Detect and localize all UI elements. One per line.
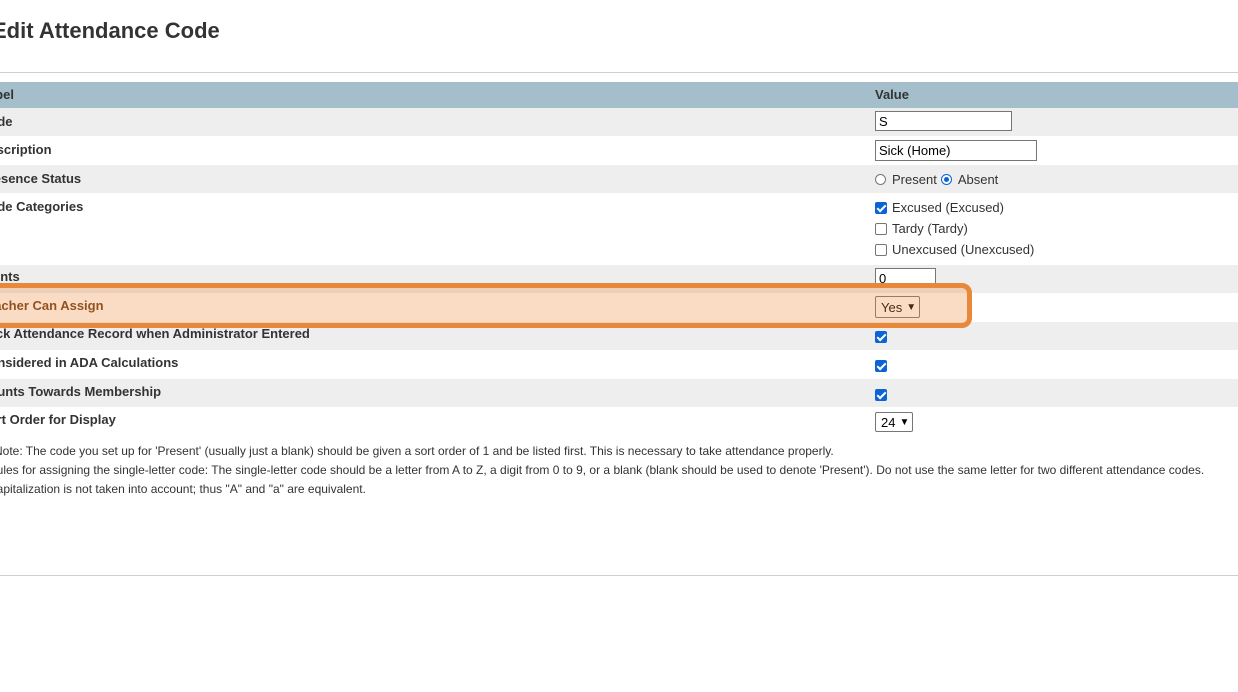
header-label: Label — [0, 87, 14, 102]
notes-block: Note: The code you set up for 'Present' … — [0, 442, 1204, 499]
note-line-2: Rules for assigning the single-letter co… — [0, 463, 1205, 477]
membership-label: Counts Towards Membership — [0, 384, 162, 399]
excused-label: Excused (Excused) — [892, 200, 1004, 215]
unexcused-checkbox[interactable] — [875, 243, 887, 256]
present-radio[interactable] — [875, 174, 886, 185]
teacher-can-assign-value: Yes — [881, 299, 903, 315]
ada-calc-label: Considered in ADA Calculations — [0, 355, 179, 370]
lock-record-checkbox[interactable] — [875, 330, 887, 343]
code-input[interactable] — [875, 111, 1012, 131]
sort-order-value: 24 — [881, 414, 896, 430]
sort-order-label: Sort Order for Display — [0, 412, 116, 427]
tardy-label: Tardy (Tardy) — [892, 221, 968, 236]
code-categories-list: Excused (Excused) Tardy (Tardy) Unexcuse… — [875, 197, 1034, 260]
row-presence-status: Presence Status Present Absent — [0, 165, 1238, 193]
table-header-row: Label Value — [0, 82, 1238, 108]
row-points: Points — [0, 265, 1238, 293]
ada-calc-checkbox[interactable] — [875, 359, 887, 372]
membership-checkbox[interactable] — [875, 388, 887, 401]
points-input[interactable] — [875, 268, 936, 288]
bottom-divider — [0, 575, 1238, 576]
row-description: Description — [0, 136, 1238, 165]
code-label: Code — [0, 114, 13, 129]
lock-record-label: Lock Attendance Record when Administrato… — [0, 326, 310, 341]
chevron-down-icon: ▼ — [906, 301, 917, 313]
excused-checkbox[interactable] — [875, 201, 887, 214]
header-value: Value — [875, 87, 909, 102]
description-label: Description — [0, 142, 52, 157]
note-line-3: Capitalization is not taken into account… — [0, 482, 366, 496]
title-divider — [0, 72, 1238, 73]
teacher-can-assign-label: Teacher Can Assign — [0, 298, 104, 313]
tardy-checkbox[interactable] — [875, 222, 887, 235]
row-code: Code — [0, 108, 1238, 136]
page-title: Edit Attendance Code — [0, 18, 220, 43]
row-ada-calc: Considered in ADA Calculations — [0, 350, 1238, 379]
row-lock-record: Lock Attendance Record when Administrato… — [0, 322, 1238, 350]
note-line-1: Note: The code you set up for 'Present' … — [0, 444, 834, 458]
row-teacher-can-assign: Teacher Can Assign Yes ▼ — [0, 293, 1238, 322]
present-radio-label: Present — [892, 172, 937, 187]
absent-radio-label: Absent — [957, 172, 999, 187]
teacher-can-assign-select[interactable]: Yes ▼ — [875, 296, 921, 318]
points-label: Points — [0, 269, 20, 284]
presence-status-label: Presence Status — [0, 171, 82, 186]
description-input[interactable] — [875, 140, 1037, 161]
unexcused-label: Unexcused (Unexcused) — [892, 242, 1035, 257]
row-membership: Counts Towards Membership — [0, 379, 1238, 407]
absent-radio[interactable] — [940, 174, 952, 185]
chevron-down-icon: ▼ — [899, 416, 910, 428]
code-categories-label: Code Categories — [0, 199, 84, 214]
row-code-categories: Code Categories Excused (Excused) Tardy … — [0, 193, 1238, 265]
sort-order-select[interactable]: 24 ▼ — [875, 412, 914, 432]
row-sort-order: Sort Order for Display 24 ▼ — [0, 407, 1238, 437]
attendance-code-form: Label Value Code Description Presence St… — [0, 82, 1238, 437]
